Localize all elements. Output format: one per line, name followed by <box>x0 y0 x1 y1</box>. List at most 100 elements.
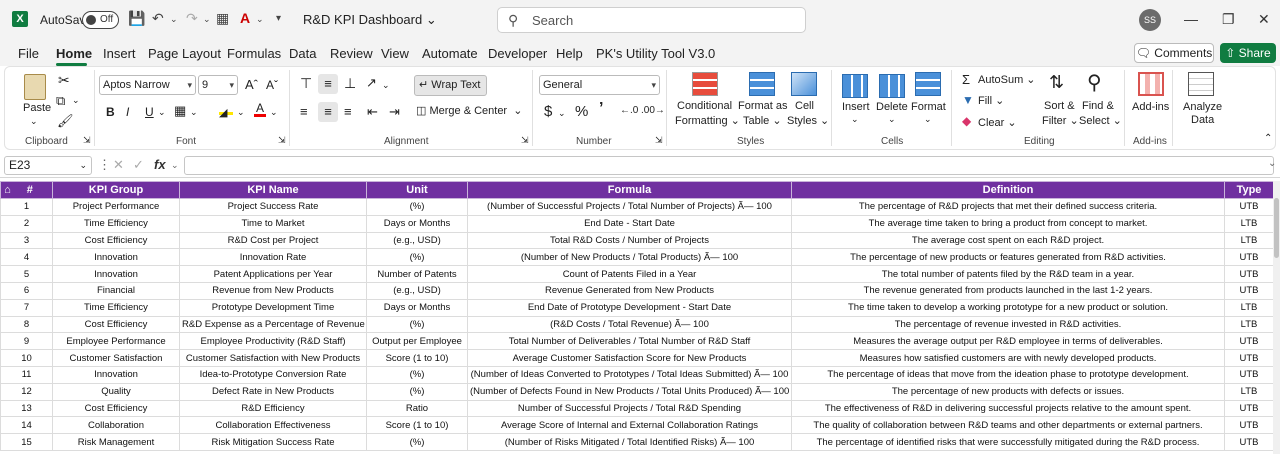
name-box[interactable]: E23 ⌄ <box>4 156 92 175</box>
cell-number[interactable]: 15 <box>0 433 53 451</box>
cell-styles-label-2[interactable]: Styles ⌄ <box>787 114 829 127</box>
cell-kpi-name[interactable]: R&D Cost per Project <box>179 231 367 250</box>
autosum-label[interactable]: AutoSum ⌄ <box>978 73 1036 86</box>
tab-file[interactable]: File <box>18 46 39 61</box>
share-button[interactable]: ⇧ Share <box>1220 43 1276 63</box>
font-size-select[interactable]: 9 ▾ <box>198 75 238 95</box>
conditional-formatting-label-2[interactable]: Formatting ⌄ <box>675 114 740 127</box>
cell-type[interactable]: UTB <box>1224 265 1274 283</box>
italic-icon[interactable]: I <box>126 105 129 119</box>
formula-input[interactable] <box>184 156 1274 175</box>
cell-definition[interactable]: The time taken to develop a working prot… <box>791 298 1225 317</box>
tab-page-layout[interactable]: Page Layout <box>148 46 221 61</box>
cell-formula[interactable]: (Number of New Products / Total Products… <box>467 248 792 267</box>
cell-kpi-group[interactable]: Customer Satisfaction <box>52 349 180 367</box>
cell-number[interactable]: 11 <box>0 365 53 384</box>
cell-definition[interactable]: Measures how satisfied customers are wit… <box>791 349 1225 367</box>
cell-definition[interactable]: The percentage of revenue invested in R&… <box>791 315 1225 334</box>
underline-icon[interactable]: U <box>145 105 154 119</box>
copy-dropdown-icon[interactable]: ⌄ <box>72 95 80 106</box>
comments-button[interactable]: 🗨 Comments <box>1134 43 1214 63</box>
cell-unit[interactable]: Days or Months <box>366 298 468 317</box>
percent-icon[interactable]: % <box>575 103 588 120</box>
align-right-icon[interactable]: ≡ <box>344 104 352 119</box>
cell-type[interactable]: LTB <box>1224 298 1274 317</box>
align-center-icon[interactable]: ≡ <box>318 102 338 122</box>
currency-icon[interactable]: $ <box>544 103 552 120</box>
customize-qat-icon[interactable]: ▾ <box>276 13 281 24</box>
cell-number[interactable]: 13 <box>0 399 53 418</box>
conditional-formatting-icon[interactable] <box>692 72 718 96</box>
copy-icon[interactable]: ⧉ <box>56 93 65 109</box>
cell-unit[interactable]: (%) <box>366 382 468 401</box>
search-box[interactable]: ⚲ Search <box>497 7 806 33</box>
cell-kpi-group[interactable]: Financial <box>52 281 180 300</box>
addins-label[interactable]: Add-ins <box>1132 101 1169 113</box>
cell-formula[interactable]: (Number of Successful Projects / Total N… <box>467 198 792 216</box>
cell-kpi-group[interactable]: Innovation <box>52 365 180 384</box>
delete-dropdown-icon[interactable]: ⌄ <box>888 114 896 125</box>
header-type[interactable]: Type <box>1224 181 1274 199</box>
cell-definition[interactable]: The total number of patents filed by the… <box>791 265 1225 283</box>
sort-filter-label-1[interactable]: Sort & <box>1044 100 1075 112</box>
find-select-label-2[interactable]: Select ⌄ <box>1079 114 1122 127</box>
sort-filter-icon[interactable]: ⇅ <box>1049 72 1064 93</box>
cell-unit[interactable]: (%) <box>366 365 468 384</box>
cell-formula[interactable]: (Number of Ideas Converted to Prototypes… <box>467 365 792 384</box>
cell-formula[interactable]: Total Number of Deliverables / Total Num… <box>467 332 792 351</box>
cell-definition[interactable]: The percentage of new products or featur… <box>791 248 1225 267</box>
cell-formula[interactable]: Average Score of Internal and External C… <box>467 416 792 435</box>
cell-kpi-name[interactable]: Project Success Rate <box>179 198 367 216</box>
format-as-table-icon[interactable] <box>749 72 775 96</box>
cell-unit[interactable]: Score (1 to 10) <box>366 416 468 435</box>
clear-label[interactable]: Clear ⌄ <box>978 116 1017 129</box>
format-as-table-label-2[interactable]: Table ⌄ <box>743 114 782 127</box>
format-cells-icon[interactable] <box>915 72 941 96</box>
cell-kpi-group[interactable]: Innovation <box>52 248 180 267</box>
clipboard-launcher-icon[interactable]: ⇲ <box>83 135 91 146</box>
cell-definition[interactable]: The average time taken to bring a produc… <box>791 214 1225 233</box>
cell-kpi-name[interactable]: R&D Expense as a Percentage of Revenue <box>179 315 367 334</box>
cut-icon[interactable]: ✂ <box>58 72 70 89</box>
cell-kpi-group[interactable]: Time Efficiency <box>52 214 180 233</box>
number-launcher-icon[interactable]: ⇲ <box>655 135 663 146</box>
cell-kpi-name[interactable]: Employee Productivity (R&D Staff) <box>179 332 367 351</box>
cell-kpi-name[interactable]: Idea-to-Prototype Conversion Rate <box>179 365 367 384</box>
cell-type[interactable]: LTB <box>1224 231 1274 250</box>
cell-styles-label-1[interactable]: Cell <box>795 100 814 112</box>
cell-kpi-name[interactable]: Customer Satisfaction with New Products <box>179 349 367 367</box>
insert-cells-label[interactable]: Insert <box>842 101 870 113</box>
format-painter-icon[interactable]: 🖌 <box>57 113 74 129</box>
avatar[interactable]: SS <box>1139 9 1161 31</box>
cell-number[interactable]: 2 <box>0 214 53 233</box>
tab-home[interactable]: Home <box>56 46 92 61</box>
alignment-launcher-icon[interactable]: ⇲ <box>521 135 529 146</box>
decrease-decimal-icon[interactable]: .00→ <box>641 105 665 116</box>
tab-formulas[interactable]: Formulas <box>227 46 281 61</box>
header-formula[interactable]: Formula <box>467 181 792 199</box>
cell-unit[interactable]: (%) <box>366 433 468 451</box>
cell-formula[interactable]: Number of Successful Projects / Total R&… <box>467 399 792 418</box>
fill-color-dropdown-icon[interactable]: ⌄ <box>237 107 245 118</box>
format-dropdown-icon[interactable]: ⌄ <box>924 114 932 125</box>
cell-formula[interactable]: End Date - Start Date <box>467 214 792 233</box>
cell-unit[interactable]: Days or Months <box>366 214 468 233</box>
header-unit[interactable]: Unit <box>366 181 468 199</box>
analyze-data-label-1[interactable]: Analyze <box>1183 101 1222 113</box>
font-color-dropdown-icon[interactable]: ⌄ <box>256 14 264 25</box>
cell-kpi-name[interactable]: Revenue from New Products <box>179 281 367 300</box>
insert-cells-icon[interactable] <box>842 74 868 98</box>
cell-type[interactable]: UTB <box>1224 248 1274 267</box>
font-launcher-icon[interactable]: ⇲ <box>278 135 286 146</box>
borders-dropdown-icon[interactable]: ⌄ <box>190 107 198 118</box>
redo-icon[interactable]: ↷ <box>186 10 198 27</box>
cell-number[interactable]: 8 <box>0 315 53 334</box>
cell-type[interactable]: UTB <box>1224 198 1274 216</box>
cell-definition[interactable]: The percentage of new products with defe… <box>791 382 1225 401</box>
borders-icon[interactable]: ▦ <box>174 103 186 119</box>
align-middle-icon[interactable]: ≡ <box>318 74 338 94</box>
cell-definition[interactable]: The average cost spent on each R&D proje… <box>791 231 1225 250</box>
find-select-icon[interactable]: ⚲ <box>1087 70 1102 95</box>
font-color-icon[interactable]: A <box>240 10 250 26</box>
cell-definition[interactable]: The percentage of identified risks that … <box>791 433 1225 451</box>
